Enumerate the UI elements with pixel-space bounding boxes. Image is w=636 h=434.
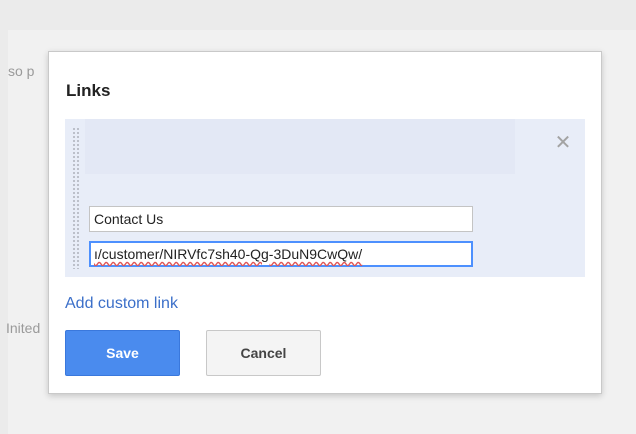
cancel-button[interactable]: Cancel [206, 330, 321, 376]
add-custom-link[interactable]: Add custom link [65, 295, 178, 313]
link-item-preview-area [85, 119, 515, 174]
save-button[interactable]: Save [65, 330, 180, 376]
link-title-input[interactable]: Contact Us [89, 206, 473, 232]
close-icon[interactable]: ✕ [554, 133, 572, 153]
link-item-card: ✕ Contact Us ı/customer/NIRVfc7sh40-Qg-3… [65, 119, 585, 277]
background-text-fragment: so p [8, 63, 35, 79]
dialog-title: Links [66, 81, 111, 100]
background-text-fragment-footer: Inited [6, 320, 41, 336]
link-url-input[interactable]: ı/customer/NIRVfc7sh40-Qg-3DuN9CwQw/ [89, 241, 473, 267]
drag-handle-icon[interactable] [72, 127, 80, 269]
links-dialog: Links ✕ Contact Us ı/customer/NIRVfc7sh4… [48, 51, 602, 394]
